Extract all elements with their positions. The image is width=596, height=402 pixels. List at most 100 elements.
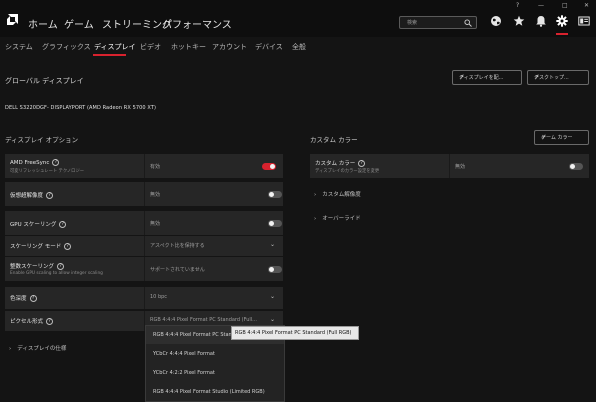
nav-performance[interactable]: パフォーマンス <box>162 16 232 31</box>
custom-color-toggle[interactable] <box>569 163 583 170</box>
row-divider <box>144 154 145 178</box>
tab-account[interactable]: アカウント <box>212 42 247 52</box>
bell-icon[interactable] <box>535 15 547 27</box>
desktop-button[interactable]: デスクトップ... ↗ <box>527 70 589 85</box>
display-specs-label: ディスプレイの仕様 <box>17 346 67 352</box>
nav-home[interactable]: ホーム <box>28 16 58 31</box>
display-specs-expander[interactable]: › ディスプレイの仕様 <box>9 344 66 352</box>
dropdown-option[interactable]: YCbCr 4:4:4 Pixel Format <box>153 351 215 357</box>
help-window-button[interactable]: ? <box>516 2 519 9</box>
settings-active-indicator <box>556 33 568 35</box>
help-icon[interactable]: ? <box>358 160 366 167</box>
tab-system[interactable]: システム <box>5 42 33 52</box>
display-options-title: ディスプレイ オプション <box>5 136 79 144</box>
globe-icon[interactable] <box>490 15 502 27</box>
integer-scaling-value: サポートされていません <box>150 267 205 273</box>
minimize-button[interactable]: — <box>538 2 544 9</box>
color-depth-row: 色深度? 10 bpc ⌄ <box>5 287 283 309</box>
dropdown-option[interactable]: YCbCr 4:2:2 Pixel Format <box>153 370 215 376</box>
custom-color-value: 無効 <box>455 164 466 170</box>
help-icon[interactable]: ? <box>46 318 54 325</box>
integer-scaling-label: 整数スケーリング <box>10 264 55 270</box>
external-link-icon: ↗ <box>541 134 547 141</box>
chevron-down-icon[interactable]: ⌄ <box>270 241 275 248</box>
gear-icon[interactable] <box>556 15 568 27</box>
custom-color-title: カスタム カラー <box>310 136 358 144</box>
device-name: DELL S3220DGF- DISPLAYPORT (AMD Radeon R… <box>5 105 157 111</box>
help-icon[interactable]: ? <box>57 263 65 270</box>
chevron-down-icon[interactable]: ⌄ <box>270 316 275 323</box>
override-label: オーバーライド <box>322 216 361 222</box>
maximize-button[interactable]: □ <box>562 2 568 9</box>
tab-graphics[interactable]: グラフィックス <box>42 42 91 52</box>
star-icon[interactable] <box>513 15 525 27</box>
color-depth-label: 色深度 <box>10 296 27 302</box>
integer-scaling-description: Enable GPU scaling to allow integer scal… <box>10 271 103 276</box>
tab-hotkeys[interactable]: ホットキー <box>171 42 206 52</box>
tab-video[interactable]: ビデオ <box>140 42 161 52</box>
custom-color-row: カスタム カラー? ディスプレイのカラー設定を変更 無効 <box>310 154 589 178</box>
tab-general[interactable]: 全般 <box>292 42 306 52</box>
help-icon[interactable]: ? <box>52 159 60 166</box>
pixel-format-label: ピクセル形式 <box>10 319 44 325</box>
amd-logo-icon[interactable] <box>5 13 19 27</box>
help-icon[interactable]: ? <box>46 192 54 199</box>
freesync-toggle[interactable] <box>262 163 276 170</box>
gpu-scaling-row: GPU スケーリング? 無効 <box>5 211 283 235</box>
custom-color-description: ディスプレイのカラー設定を変更 <box>315 169 380 174</box>
search-icon <box>464 19 472 27</box>
row-divider <box>144 182 145 206</box>
help-icon[interactable]: ? <box>29 295 37 302</box>
gpu-scaling-label: GPU スケーリング <box>10 222 57 228</box>
override-expander[interactable]: › オーバーライド <box>314 214 361 222</box>
toggle-knob <box>570 164 575 169</box>
vsr-row: 仮想超解像度? 無効 <box>5 182 283 206</box>
help-icon[interactable]: ? <box>64 243 72 250</box>
chevron-right-icon: › <box>314 192 317 198</box>
game-color-button[interactable]: ゲーム カラー ↗ <box>534 130 589 145</box>
dropdown-option[interactable]: RGB 4:4:4 Pixel Format Studio (Limited R… <box>153 389 265 395</box>
vsr-toggle[interactable] <box>268 191 282 198</box>
chevron-right-icon: › <box>314 216 317 222</box>
scaling-mode-value[interactable]: アスペクト比を保持する <box>150 242 205 249</box>
tab-devices[interactable]: デバイス <box>255 42 283 52</box>
close-button[interactable]: ✕ <box>584 2 589 9</box>
scaling-mode-row: スケーリング モード? アスペクト比を保持する ⌄ <box>5 236 283 256</box>
display-settings-button[interactable]: ディスプレイを配... ↗ <box>452 70 522 85</box>
freesync-description: 可変リフレッシュレート テクノロジー <box>10 169 85 174</box>
external-link-icon: ↗ <box>459 74 465 81</box>
color-depth-value[interactable]: 10 bpc <box>150 294 167 300</box>
monitor-icon[interactable] <box>578 15 590 27</box>
vsr-label: 仮想超解像度 <box>10 193 44 199</box>
toggle-knob <box>270 164 275 169</box>
custom-resolution-expander[interactable]: › カスタム解像度 <box>314 190 361 198</box>
search-placeholder: 検索 <box>407 20 418 26</box>
integer-scaling-toggle[interactable] <box>268 266 282 273</box>
tab-display[interactable]: ディスプレイ <box>94 42 136 52</box>
chevron-down-icon[interactable]: ⌄ <box>270 293 275 300</box>
tooltip-text: RGB 4:4:4 Pixel Format PC Standard (Full… <box>235 330 352 336</box>
custom-resolution-label: カスタム解像度 <box>322 192 361 198</box>
search-input[interactable]: 検索 <box>399 16 477 29</box>
page-title: グローバル ディスプレイ <box>5 77 84 85</box>
scaling-mode-label: スケーリング モード <box>10 244 62 250</box>
toggle-knob <box>269 221 274 226</box>
help-icon[interactable]: ? <box>59 221 67 228</box>
active-tab-indicator <box>93 54 126 56</box>
row-divider <box>144 211 145 235</box>
toggle-knob <box>269 267 274 272</box>
gpu-scaling-value: 無効 <box>150 221 161 227</box>
row-divider <box>144 287 145 309</box>
custom-color-label: カスタム カラー <box>315 161 356 167</box>
row-divider <box>449 154 450 178</box>
freesync-value: 有効 <box>150 164 161 170</box>
toggle-knob <box>269 192 274 197</box>
nav-gaming[interactable]: ゲーム <box>64 16 94 31</box>
external-link-icon: ↗ <box>534 74 540 81</box>
row-divider <box>144 257 145 281</box>
freesync-row: AMD FreeSync? 可変リフレッシュレート テクノロジー 有効 <box>5 154 283 178</box>
gpu-scaling-toggle[interactable] <box>268 220 282 227</box>
row-divider <box>144 236 145 256</box>
pixel-format-tooltip: RGB 4:4:4 Pixel Format PC Standard (Full… <box>231 326 359 340</box>
pixel-format-value[interactable]: RGB 4:4:4 Pixel Format PC Standard (Full… <box>150 317 257 323</box>
